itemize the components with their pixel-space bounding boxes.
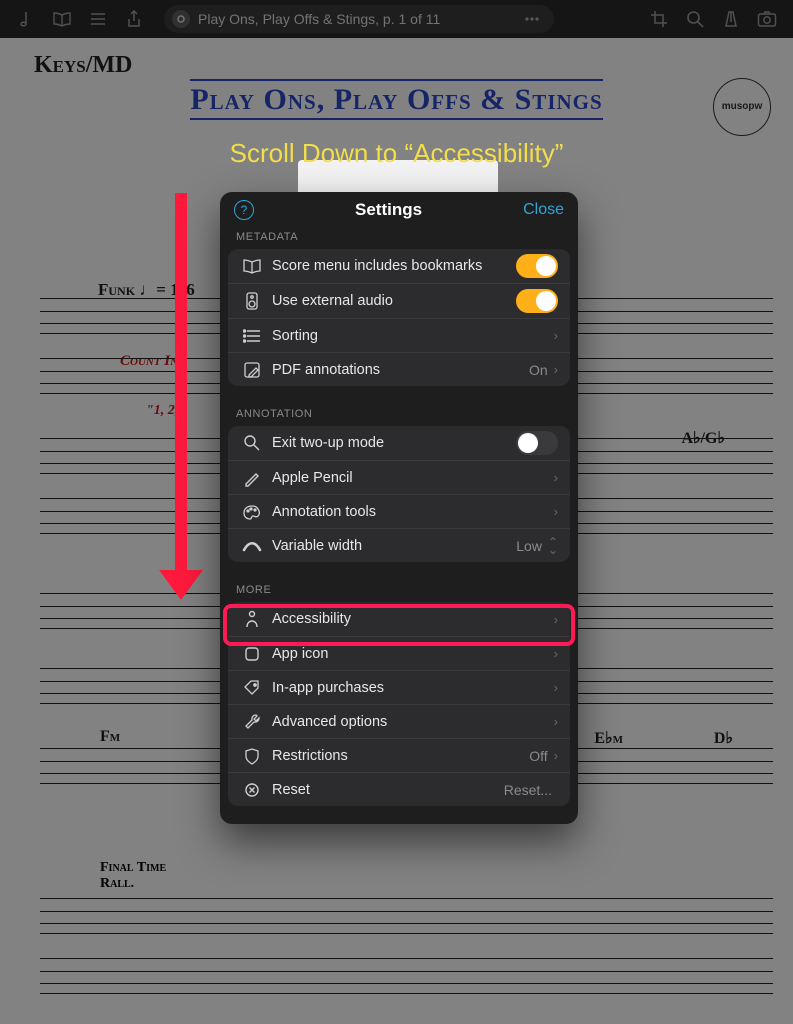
speaker-icon [238,290,266,312]
row-reset[interactable]: Reset Reset... [228,772,570,806]
row-label: Variable width [272,538,362,554]
row-label: Exit two-up mode [272,435,384,451]
row-annotation-tools[interactable]: Annotation tools › [228,494,570,528]
row-sorting[interactable]: Sorting › [228,318,570,352]
group-more: Accessibility › App icon › In-app purcha… [228,602,570,806]
panel-title: Settings [254,200,523,220]
help-button[interactable]: ? [234,200,254,220]
row-value: On [529,362,548,378]
row-label: PDF annotations [272,362,380,378]
wrench-icon [238,711,266,733]
magnify-icon [238,432,266,454]
row-variable-width[interactable]: Variable width Low ⌃⌄ [228,528,570,562]
toggle-exit-two-up[interactable] [516,431,558,455]
pencil-icon [238,467,266,489]
row-app-icon[interactable]: App icon › [228,636,570,670]
shield-icon [238,745,266,767]
group-metadata: Score menu includes bookmarks Use extern… [228,249,570,386]
row-apple-pencil[interactable]: Apple Pencil › [228,460,570,494]
instruction-text: Scroll Down to “Accessibility” [0,138,793,169]
row-score-bookmarks[interactable]: Score menu includes bookmarks [228,249,570,283]
settings-panel: ? Settings Close METADATA Score menu inc… [220,192,578,824]
stroke-icon [238,535,266,557]
row-exit-two-up[interactable]: Exit two-up mode [228,426,570,460]
chevron-right-icon: › [554,328,558,343]
chevron-right-icon: › [554,680,558,695]
chevron-right-icon: › [554,504,558,519]
instruction-arrowhead [159,570,203,600]
row-pdf-annotations[interactable]: PDF annotations On › [228,352,570,386]
toggle-external-audio[interactable] [516,289,558,313]
chevron-right-icon: › [554,362,558,377]
section-header-more: MORE [220,580,578,602]
row-label: Advanced options [272,714,387,730]
app-icon-icon [238,643,266,665]
instruction-arrow [175,193,187,573]
chevron-right-icon: › [554,470,558,485]
row-value: Reset... [504,782,552,798]
row-label: Annotation tools [272,504,376,520]
row-label: Apple Pencil [272,470,353,486]
person-icon [238,608,266,630]
row-restrictions[interactable]: Restrictions Off › [228,738,570,772]
stepper-icon: ⌃⌄ [548,538,558,554]
row-label: Accessibility [272,611,351,627]
row-value: Off [529,748,547,764]
close-circle-icon [238,779,266,801]
book-icon [238,255,266,277]
section-header-metadata: METADATA [220,227,578,249]
row-label: Use external audio [272,293,393,309]
row-label: Sorting [272,328,318,344]
tag-icon [238,677,266,699]
close-button[interactable]: Close [523,201,564,219]
row-advanced[interactable]: Advanced options › [228,704,570,738]
row-iap[interactable]: In-app purchases › [228,670,570,704]
row-label: Restrictions [272,748,348,764]
panel-header: ? Settings Close [220,192,578,227]
group-annotation: Exit two-up mode Apple Pencil › Annotati… [228,426,570,562]
row-label: Score menu includes bookmarks [272,258,482,274]
toggle-bookmarks[interactable] [516,254,558,278]
row-value: Low [516,538,542,554]
list-icon [238,325,266,347]
chevron-right-icon: › [554,748,558,763]
row-label: Reset [272,782,310,798]
chevron-right-icon: › [554,714,558,729]
chevron-right-icon: › [554,612,558,627]
row-external-audio[interactable]: Use external audio [228,283,570,318]
chevron-right-icon: › [554,646,558,661]
section-header-annotation: ANNOTATION [220,404,578,426]
row-label: In-app purchases [272,680,384,696]
palette-icon [238,501,266,523]
row-accessibility[interactable]: Accessibility › [228,602,570,636]
row-label: App icon [272,646,328,662]
pdf-annotate-icon [238,359,266,381]
